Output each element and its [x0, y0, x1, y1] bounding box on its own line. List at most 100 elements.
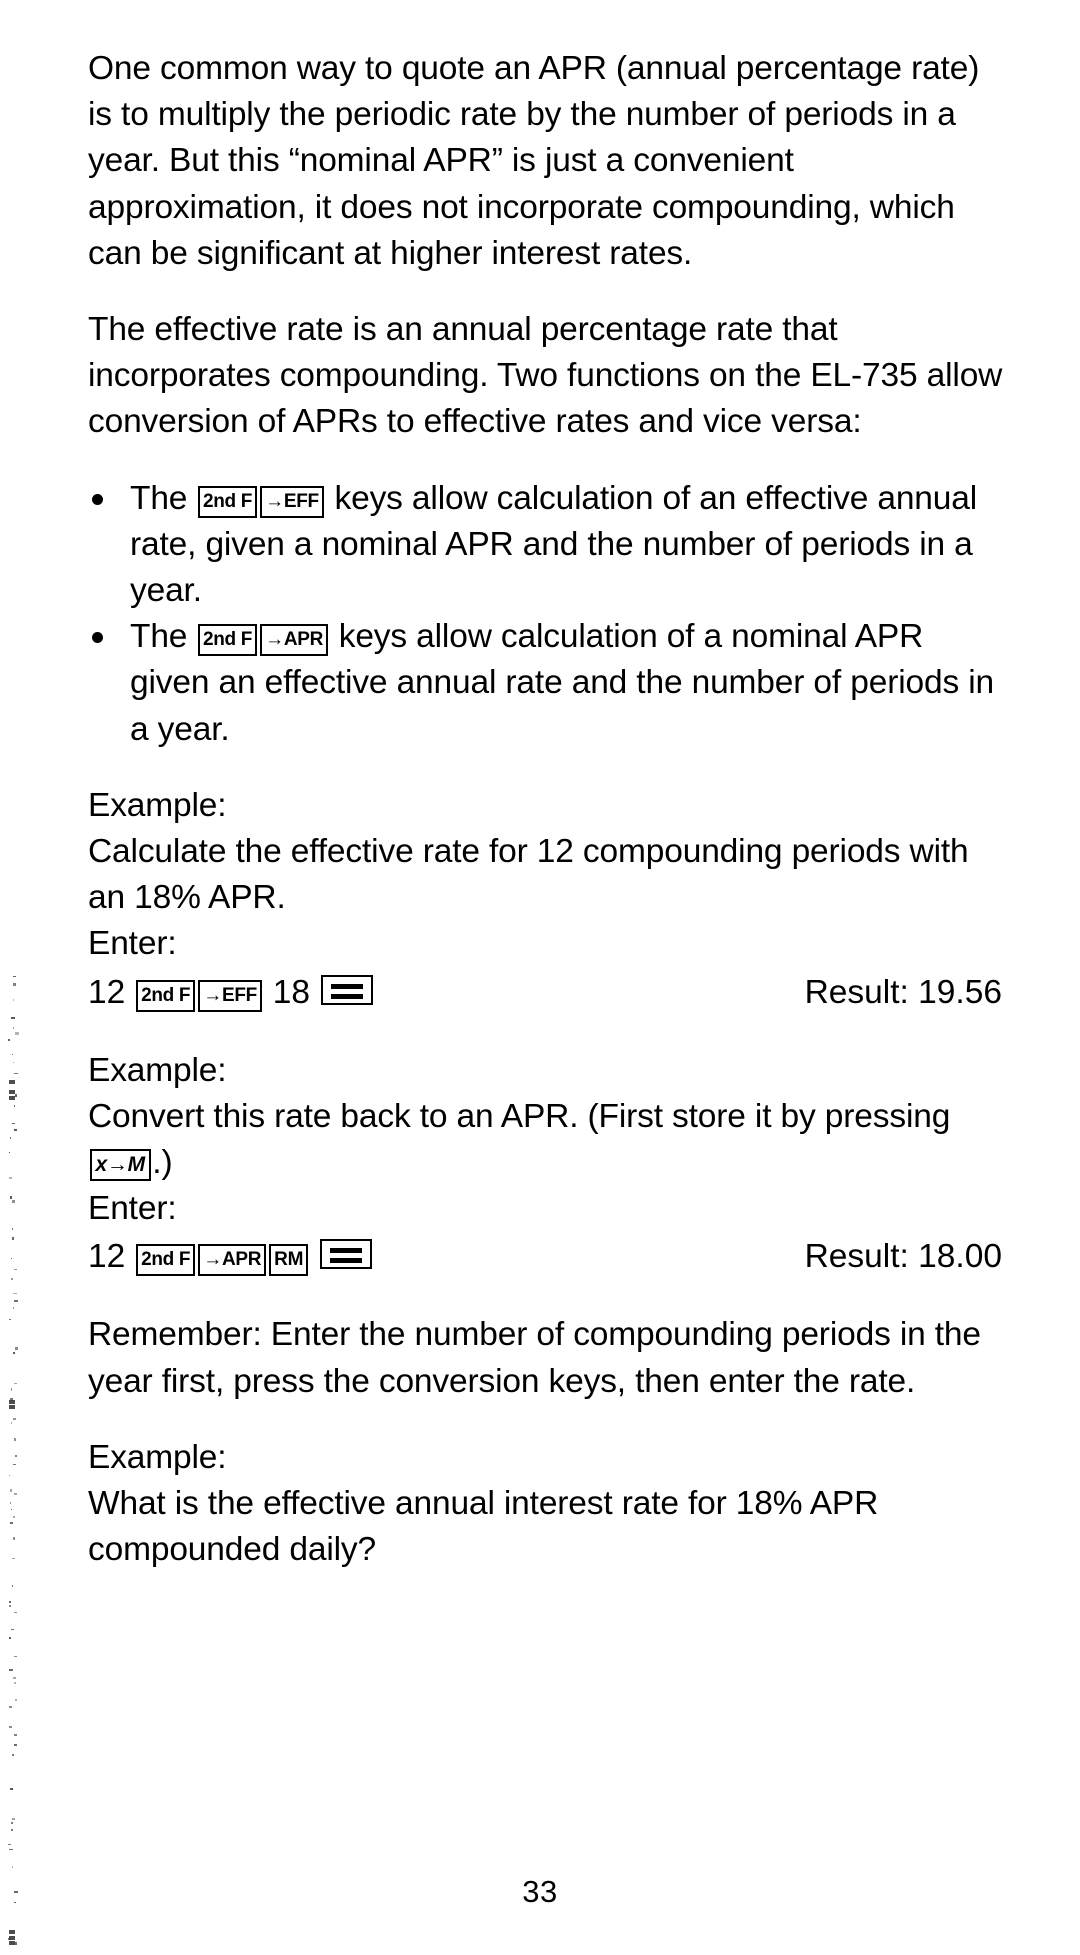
enter-label: Enter:: [88, 925, 177, 963]
bullet-dot-icon: [92, 493, 103, 505]
bullet-dot-icon: [92, 632, 103, 644]
scan-speck: [13, 1027, 14, 1029]
scan-speck: [9, 1726, 12, 1728]
scan-speck: [12, 1754, 14, 1756]
example-block-2: Example: Convert this rate back to an AP…: [88, 1048, 1010, 1283]
key-2nd-f-icon: 2nd F: [136, 979, 196, 1012]
example-prompt-text: Convert this rate back to an APR. (First…: [88, 1097, 951, 1135]
scan-speck: [14, 1438, 16, 1441]
scan-speck: [14, 1105, 15, 1107]
scan-speck: [13, 983, 16, 986]
example-heading: Example:: [88, 1438, 227, 1476]
scan-speck: [11, 1829, 13, 1831]
example-block-3: Example: What is the effective annual in…: [88, 1435, 1010, 1574]
paragraph-effective-rate: The effective rate is an annual percenta…: [88, 311, 1003, 441]
scan-speck: [9, 1319, 11, 1320]
scan-speck: [9, 1080, 15, 1084]
result-value: Result: 18.00: [804, 1238, 1002, 1276]
scan-speck: [10, 1196, 12, 1199]
conversion-functions-list: The 2nd F →EFF keys allow calculation of …: [88, 476, 1010, 753]
scan-speck: [8, 1039, 10, 1041]
scan-speck: [11, 1258, 12, 1259]
scan-speck: [9, 1706, 12, 1708]
scan-speck: [14, 1682, 16, 1684]
scan-speck: [9, 1941, 15, 1945]
enter-label: Enter:: [88, 1190, 177, 1228]
key-equals-icon: [320, 1239, 373, 1270]
key-to-eff-icon: →EFF: [260, 485, 324, 518]
key-2nd-f-icon: 2nd F: [197, 624, 258, 657]
key-2nd-f-icon: 2nd F: [197, 485, 258, 518]
key-to-apr-icon: →APR: [198, 1244, 267, 1277]
scan-speck: [9, 1177, 12, 1179]
key-to-eff-icon: →EFF: [198, 979, 262, 1012]
scan-speck: [9, 1400, 15, 1404]
scan-speck: [11, 1017, 15, 1019]
scan-speck: [12, 1585, 13, 1587]
scan-speck: [9, 1936, 15, 1940]
paragraph-nominal-apr: One common way to quote an APR (annual p…: [88, 50, 980, 272]
example-block-1: Example: Calculate the effective rate fo…: [88, 783, 1010, 1018]
scan-speck: [14, 1300, 18, 1302]
scan-speck: [13, 1516, 15, 1518]
scan-speck: [15, 1347, 18, 1350]
keystroke-row: 12 2nd F →EFF 18 Result: 19.56: [88, 968, 1010, 1018]
scan-speck: [10, 1502, 11, 1504]
scan-speck: [15, 1942, 17, 1945]
example-prompt-tail: .): [152, 1144, 173, 1182]
key-rm-icon: RM: [269, 1244, 309, 1277]
scan-speck: [15, 1094, 17, 1097]
scan-speck: [14, 1734, 17, 1736]
key-2nd-f-icon: 2nd F: [136, 1244, 196, 1277]
scan-speck: [12, 1866, 13, 1868]
scan-speck: [10, 1489, 12, 1492]
bullet-lead-text: The: [130, 618, 188, 656]
example-prompt: What is the effective annual interest ra…: [88, 1485, 879, 1569]
key-to-apr-icon: →APR: [260, 624, 329, 657]
scan-speck: [12, 1054, 13, 1055]
scan-speck: [15, 1032, 19, 1035]
scan-speck: [11, 1388, 12, 1391]
keystroke-sequence: 12 2nd F →EFF 18: [88, 968, 374, 1018]
key-equals-icon: [320, 974, 373, 1005]
scan-speck: [15, 1699, 17, 1701]
scan-speck: [14, 1129, 17, 1131]
scan-speck: [10, 1788, 13, 1790]
list-item: The 2nd F →APR keys allow calculation of …: [88, 614, 1010, 753]
scan-speck: [10, 1522, 13, 1524]
scan-speck: [15, 1455, 17, 1457]
scan-speck: [13, 1293, 17, 1294]
scan-speck: [9, 1152, 10, 1153]
scan-speck: [13, 1677, 16, 1679]
scan-speck: [11, 1422, 12, 1424]
scan-speck: [12, 1200, 15, 1203]
scan-speck: [13, 976, 16, 977]
scan-speck: [13, 1464, 16, 1465]
scan-speck: [13, 1307, 14, 1309]
result-value: Result: 19.56: [804, 973, 1002, 1011]
scan-speck: [13, 1352, 15, 1354]
scan-speck: [9, 1475, 10, 1476]
scan-speck: [11, 1509, 12, 1510]
scan-speck: [10, 1398, 13, 1401]
scan-speck: [9, 1849, 13, 1850]
entry-middle-number: 18: [272, 973, 311, 1011]
scan-speck: [14, 1383, 17, 1384]
scanned-page: One common way to quote an APR (annual p…: [0, 0, 1080, 1955]
scan-speck: [13, 1418, 16, 1420]
scan-speck: [13, 1537, 15, 1540]
scan-speck: [14, 1656, 17, 1657]
scan-speck: [9, 1637, 11, 1639]
scan-speck: [9, 1930, 15, 1934]
scan-speck: [8, 1844, 11, 1845]
scan-speck: [14, 1744, 17, 1746]
scan-speck: [14, 1493, 17, 1495]
scan-speck: [8, 1938, 11, 1940]
scan-speck: [12, 1228, 13, 1230]
scan-speck: [11, 1822, 13, 1824]
scan-speck: [14, 1073, 18, 1074]
example-prompt: Calculate the effective rate for 12 comp…: [88, 833, 969, 917]
scan-speck: [14, 1269, 17, 1270]
scan-speck: [9, 1096, 15, 1100]
scan-speck: [12, 1123, 15, 1124]
